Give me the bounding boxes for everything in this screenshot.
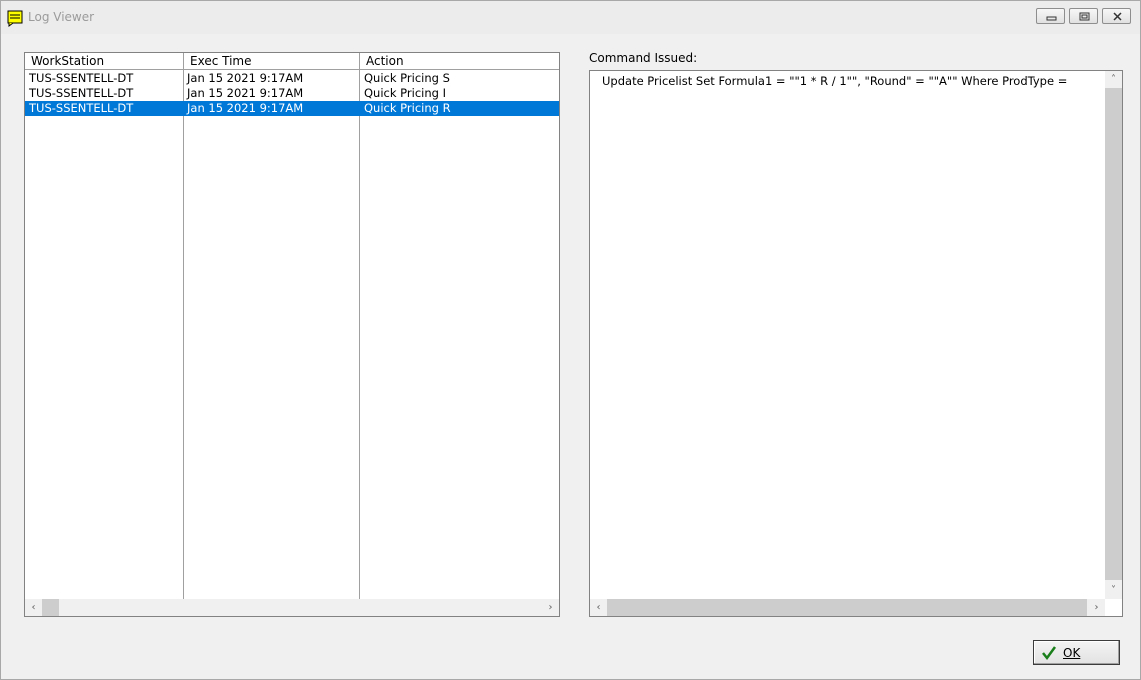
- scroll-right-icon[interactable]: ›: [1088, 599, 1105, 616]
- close-button[interactable]: [1102, 8, 1131, 24]
- scrollbar-thumb[interactable]: [1105, 88, 1122, 580]
- cell-workstation: TUS-SSENTELL-DT: [29, 101, 134, 115]
- command-text-area[interactable]: Update Pricelist Set Formula1 = ""1 * R …: [589, 70, 1123, 617]
- window-title: Log Viewer: [28, 10, 95, 24]
- scroll-up-icon[interactable]: ˄: [1105, 71, 1122, 88]
- cell-exec-time: Jan 15 2021 9:17AM: [187, 101, 304, 115]
- scroll-left-icon[interactable]: ‹: [25, 599, 42, 616]
- restore-icon: [1079, 12, 1090, 21]
- command-text: Update Pricelist Set Formula1 = ""1 * R …: [602, 74, 1068, 88]
- scrollbar-thumb[interactable]: [42, 599, 59, 616]
- column-header-workstation[interactable]: WorkStation: [25, 53, 184, 70]
- cell-action: Quick Pricing S: [364, 71, 450, 85]
- command-vertical-scrollbar[interactable]: ˄ ˅: [1105, 71, 1122, 599]
- cell-action: Quick Pricing I: [364, 86, 446, 100]
- checkmark-icon: [1042, 646, 1057, 661]
- restore-button[interactable]: [1069, 8, 1098, 24]
- table-row-selected[interactable]: TUS-SSENTELL-DT Jan 15 2021 9:17AM Quick…: [25, 101, 559, 116]
- column-header-action[interactable]: Action: [360, 53, 559, 70]
- table-row[interactable]: TUS-SSENTELL-DT Jan 15 2021 9:17AM Quick…: [25, 71, 559, 86]
- column-header-exec-time[interactable]: Exec Time: [184, 53, 360, 70]
- table-row[interactable]: TUS-SSENTELL-DT Jan 15 2021 9:17AM Quick…: [25, 86, 559, 101]
- cell-action: Quick Pricing R: [364, 101, 451, 115]
- log-viewer-window: Log Viewer WorkStation Exec Time Action: [0, 0, 1141, 680]
- title-bar[interactable]: Log Viewer: [1, 1, 1140, 34]
- cell-exec-time: Jan 15 2021 9:17AM: [187, 71, 304, 85]
- log-list[interactable]: WorkStation Exec Time Action TUS-SSENTEL…: [24, 52, 560, 617]
- minimize-icon: [1046, 16, 1057, 21]
- scrollbar-thumb[interactable]: [607, 599, 1087, 616]
- column-divider: [359, 70, 360, 599]
- scroll-down-icon[interactable]: ˅: [1105, 582, 1122, 599]
- cell-workstation: TUS-SSENTELL-DT: [29, 86, 134, 100]
- list-horizontal-scrollbar[interactable]: ‹ ›: [25, 599, 559, 616]
- cell-workstation: TUS-SSENTELL-DT: [29, 71, 134, 85]
- app-icon: [6, 9, 24, 27]
- command-horizontal-scrollbar[interactable]: ‹ ›: [590, 599, 1105, 616]
- column-divider: [183, 70, 184, 599]
- command-label: Command Issued:: [589, 51, 698, 65]
- minimize-button[interactable]: [1036, 8, 1065, 24]
- scroll-right-icon[interactable]: ›: [542, 599, 559, 616]
- ok-button-label: OK: [1063, 646, 1081, 660]
- close-icon: [1113, 12, 1122, 21]
- cell-exec-time: Jan 15 2021 9:17AM: [187, 86, 304, 100]
- scroll-left-icon[interactable]: ‹: [590, 599, 607, 616]
- ok-button[interactable]: OK: [1033, 640, 1120, 665]
